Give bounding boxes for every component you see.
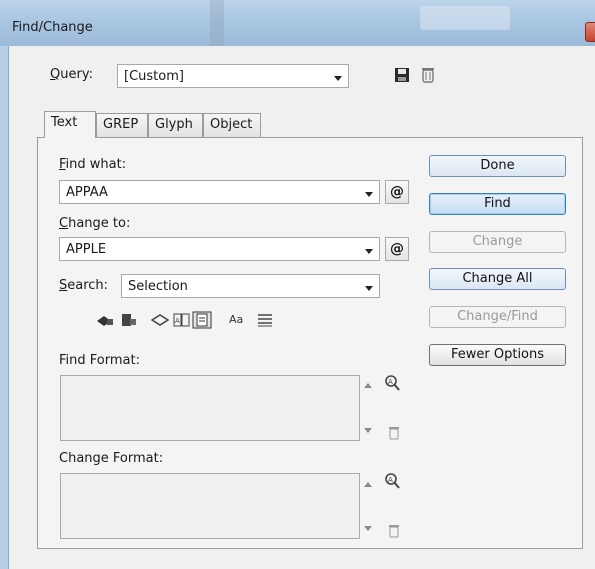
chevron-down-icon [365, 192, 373, 197]
include-footnotes-icon[interactable] [192, 311, 212, 329]
tab-label: Glyph [155, 117, 193, 132]
case-sensitive-icon[interactable]: Aa [229, 313, 243, 329]
change-button[interactable]: Change [429, 231, 566, 253]
label-text: hange to: [68, 216, 131, 231]
query-dropdown[interactable]: [Custom] [117, 64, 349, 88]
svg-text:A: A [175, 317, 180, 325]
special-characters-change-button[interactable]: @ [385, 237, 409, 261]
window-frame [0, 46, 9, 569]
at-icon: @ [390, 184, 404, 200]
chevron-down-icon [365, 286, 373, 291]
tab-label: Text [51, 115, 78, 130]
find-button[interactable]: Find [429, 193, 566, 215]
query-value: [Custom] [124, 69, 184, 84]
whole-word-icon[interactable] [257, 313, 273, 329]
scroll-up-icon[interactable] [364, 482, 372, 487]
scroll-down-icon[interactable] [364, 526, 372, 531]
find-what-input[interactable]: APPAA [59, 180, 380, 204]
include-locked-layers-icon[interactable] [96, 313, 114, 329]
query-label-text: uery: [60, 67, 93, 82]
find-what-value: APPAA [66, 185, 108, 200]
background-window-strip [420, 6, 510, 30]
background-window-strip [210, 0, 224, 46]
change-format-label: Change Format: [59, 451, 164, 466]
scroll-up-icon[interactable] [364, 383, 372, 388]
specify-change-format-icon[interactable]: A [384, 472, 402, 494]
clear-change-format-icon[interactable] [388, 524, 400, 542]
search-scope-value: Selection [128, 279, 188, 294]
label-text: earch: [67, 278, 109, 293]
tab-object[interactable]: Object [203, 113, 261, 137]
done-button[interactable]: Done [429, 155, 566, 177]
tab-text[interactable]: Text [44, 111, 96, 138]
close-button[interactable] [585, 22, 595, 42]
include-master-pages-icon[interactable]: A [173, 313, 191, 329]
find-format-box[interactable] [60, 375, 360, 441]
fewer-options-button[interactable]: Fewer Options [429, 344, 566, 366]
svg-text:A: A [388, 476, 393, 484]
find-format-label: Find Format: [59, 353, 140, 368]
special-characters-find-button[interactable]: @ [385, 180, 409, 204]
delete-query-icon[interactable] [420, 66, 438, 84]
query-label-accesskey: Q [50, 67, 61, 82]
tab-label: Object [210, 117, 253, 132]
svg-text:A: A [388, 378, 393, 386]
change-format-box[interactable] [60, 473, 360, 539]
clear-find-format-icon[interactable] [388, 426, 400, 444]
window-title: Find/Change [12, 20, 93, 35]
save-query-icon[interactable] [394, 67, 412, 85]
change-to-value: APPLE [66, 242, 107, 257]
scroll-down-icon[interactable] [364, 428, 372, 433]
find-what-label: Find what: [59, 157, 126, 172]
tab-label: GREP [103, 117, 139, 132]
include-locked-stories-icon[interactable] [121, 313, 137, 329]
change-find-button[interactable]: Change/Find [429, 306, 566, 328]
search-scope-dropdown[interactable]: Selection [121, 274, 380, 298]
at-icon: @ [390, 241, 404, 257]
include-hidden-layers-icon[interactable] [150, 313, 170, 329]
chevron-down-icon [334, 76, 342, 81]
tab-grep[interactable]: GREP [96, 113, 148, 137]
change-to-input[interactable]: APPLE [59, 237, 380, 261]
tab-glyph[interactable]: Glyph [148, 113, 203, 137]
specify-find-format-icon[interactable]: A [384, 374, 402, 396]
case-sensitive-glyph: Aa [229, 313, 244, 326]
accesskey: C [59, 216, 69, 231]
query-label: Query: [50, 67, 93, 82]
label-text: ind what: [65, 157, 127, 172]
change-all-button[interactable]: Change All [429, 268, 566, 290]
change-to-label: Change to: [59, 216, 130, 231]
search-label: Search: [59, 278, 108, 293]
chevron-down-icon [365, 249, 373, 254]
